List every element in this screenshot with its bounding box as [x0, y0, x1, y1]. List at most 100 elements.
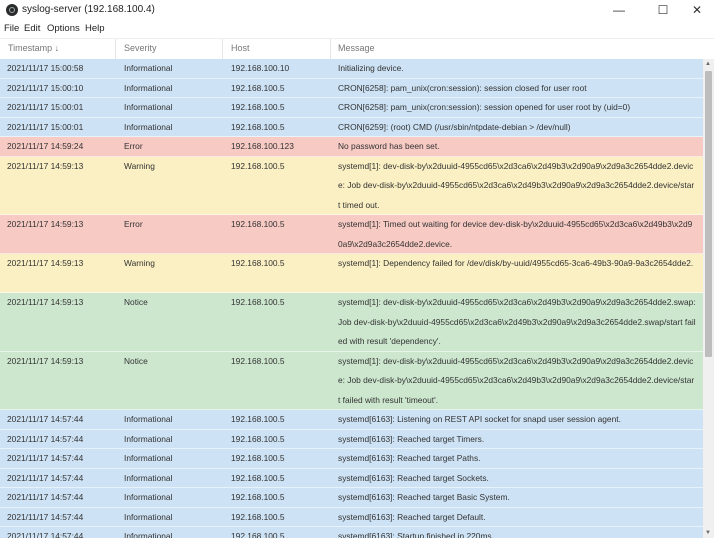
close-button[interactable]: ✕ — [680, 0, 714, 20]
cell-severity: Informational — [124, 492, 173, 502]
scroll-thumb[interactable] — [705, 71, 712, 357]
log-table: 2021/11/17 15:00:58 Informational 192.168.… — [0, 59, 703, 538]
table-row[interactable]: 2021/11/17 14:57:44 Informational 192.168.… — [0, 488, 703, 508]
column-divider[interactable] — [222, 39, 223, 59]
menu-file[interactable]: File — [4, 23, 19, 34]
cell-severity: Error — [124, 219, 143, 229]
cell-severity: Informational — [124, 63, 173, 73]
column-header-row: Timestamp ↓ Severity Host Message — [0, 38, 714, 60]
cell-severity: Informational — [124, 453, 173, 463]
cell-message: systemd[6163]: Startup finished in 220ms… — [338, 531, 494, 538]
column-header-message[interactable]: Message — [338, 43, 375, 53]
menu-bar: File Edit Options Help — [0, 22, 714, 37]
cell-message: systemd[6163]: Reached target Paths. — [338, 453, 481, 463]
cell-host: 192.168.100.5 — [231, 414, 285, 424]
cell-timestamp: 2021/11/17 15:00:10 — [7, 82, 84, 93]
cell-message: systemd[6163]: Reached target Sockets. — [338, 472, 489, 483]
table-row[interactable]: 2021/11/17 14:59:13 Warning 192.168.100.5 s… — [0, 156, 703, 215]
table-row[interactable]: 2021/11/17 14:57:44 Informational 192.168.… — [0, 449, 703, 469]
cell-host: 192.168.100.5 — [231, 160, 285, 171]
cell-severity: Notice — [124, 297, 148, 307]
scroll-up-arrow-icon[interactable]: ▲ — [705, 61, 711, 67]
table-row[interactable]: 2021/11/17 15:00:58 Informational 192.168.… — [0, 59, 703, 79]
cell-severity: Informational — [124, 414, 173, 424]
cell-timestamp: 2021/11/17 14:59:13 — [7, 355, 84, 366]
table-row[interactable]: 2021/11/17 14:57:44 Informational 192.168.… — [0, 410, 703, 430]
cell-timestamp: 2021/11/17 14:57:44 — [7, 433, 84, 444]
cell-timestamp: 2021/11/17 14:59:13 — [7, 160, 84, 171]
window-title: syslog-server (192.168.100.4) — [22, 4, 155, 15]
cell-host: 192.168.100.5 — [231, 219, 285, 229]
cell-host: 192.168.100.5 — [231, 472, 285, 483]
table-row[interactable]: 2021/11/17 15:00:01 Informational 192.168.… — [0, 98, 703, 118]
cell-message: systemd[1]: dev-disk-by\x2duuid-4955cd65… — [338, 297, 696, 346]
cell-host: 192.168.100.5 — [231, 433, 285, 444]
cell-timestamp: 2021/11/17 15:00:58 — [7, 63, 84, 73]
menu-edit[interactable]: Edit — [24, 23, 40, 34]
table-row[interactable]: 2021/11/17 14:57:44 Informational 192.168.… — [0, 527, 703, 538]
cell-message: CRON[6258]: pam_unix(cron:session): sess… — [338, 102, 631, 112]
cell-severity: Informational — [124, 102, 173, 112]
table-row[interactable]: 2021/11/17 14:59:24 Error 192.168.100.123 N… — [0, 137, 703, 157]
cell-severity: Error — [124, 141, 143, 151]
cell-severity: Informational — [124, 433, 173, 444]
cell-severity: Informational — [124, 82, 173, 93]
column-header-timestamp[interactable]: Timestamp ↓ — [8, 43, 59, 53]
cell-message: systemd[6163]: Reached target Default. — [338, 511, 486, 522]
table-row[interactable]: 2021/11/17 14:57:44 Informational 192.168.… — [0, 429, 703, 449]
cell-timestamp: 2021/11/17 14:59:13 — [7, 297, 84, 307]
cell-message: systemd[6163]: Listening on REST API soc… — [338, 414, 621, 424]
cell-severity: Informational — [124, 511, 173, 522]
cell-message: systemd[1]: dev-disk-by\x2duuid-4955cd65… — [338, 355, 695, 405]
cell-message: systemd[1]: Timed out waiting for device… — [338, 219, 693, 249]
vertical-scrollbar[interactable]: ▲ ▼ — [703, 59, 714, 538]
cell-timestamp: 2021/11/17 14:59:24 — [7, 141, 84, 151]
minimize-button[interactable]: — — [602, 0, 636, 20]
cell-host: 192.168.100.5 — [231, 531, 285, 538]
cell-timestamp: 2021/11/17 14:59:13 — [7, 219, 84, 229]
cell-host: 192.168.100.123 — [231, 141, 294, 151]
table-row[interactable]: 2021/11/17 15:00:01 Informational 192.168.… — [0, 117, 703, 137]
cell-timestamp: 2021/11/17 14:59:13 — [7, 258, 84, 268]
table-row[interactable]: 2021/11/17 15:00:10 Informational 192.168.… — [0, 78, 703, 98]
cell-timestamp: 2021/11/17 15:00:01 — [7, 121, 84, 132]
menu-help[interactable]: Help — [85, 23, 105, 34]
cell-timestamp: 2021/11/17 14:57:44 — [7, 453, 84, 463]
cell-host: 192.168.100.5 — [231, 258, 285, 268]
column-divider[interactable] — [330, 39, 331, 59]
cell-host: 192.168.100.5 — [231, 297, 285, 307]
cell-severity: Warning — [124, 160, 155, 171]
scroll-down-arrow-icon[interactable]: ▼ — [705, 530, 711, 536]
cell-message: Initializing device. — [338, 63, 404, 73]
table-row[interactable]: 2021/11/17 14:57:44 Informational 192.168.… — [0, 507, 703, 527]
cell-timestamp: 2021/11/17 14:57:44 — [7, 531, 84, 538]
table-row[interactable]: 2021/11/17 14:59:13 Notice 192.168.100.5 sy… — [0, 293, 703, 352]
table-row[interactable]: 2021/11/17 14:59:13 Notice 192.168.100.5 sy… — [0, 351, 703, 410]
cell-message: systemd[1]: Dependency failed for /dev/d… — [338, 258, 694, 268]
cell-message: systemd[6163]: Reached target Timers. — [338, 433, 485, 444]
cell-host: 192.168.100.5 — [231, 82, 285, 93]
table-row[interactable]: 2021/11/17 14:59:13 Error 192.168.100.5 sys… — [0, 215, 703, 254]
table-row[interactable]: 2021/11/17 14:59:13 Warning 192.168.100.5 s… — [0, 254, 703, 293]
cell-message: systemd[1]: dev-disk-by\x2duuid-4955cd65… — [338, 160, 695, 210]
maximize-button[interactable]: ☐ — [646, 0, 680, 20]
cell-message: CRON[6258]: pam_unix(cron:session): sess… — [338, 82, 587, 93]
cell-host: 192.168.100.5 — [231, 102, 285, 112]
menu-options[interactable]: Options — [47, 23, 80, 34]
app-icon — [6, 4, 18, 16]
cell-message: CRON[6259]: (root) CMD (/usr/sbin/ntpdat… — [338, 121, 571, 132]
cell-timestamp: 2021/11/17 14:57:44 — [7, 511, 84, 522]
cell-severity: Informational — [124, 472, 173, 483]
cell-host: 192.168.100.5 — [231, 492, 285, 502]
cell-host: 192.168.100.10 — [231, 63, 290, 73]
column-header-host[interactable]: Host — [231, 43, 250, 53]
column-header-severity[interactable]: Severity — [124, 43, 157, 53]
cell-host: 192.168.100.5 — [231, 511, 285, 522]
title-bar: syslog-server (192.168.100.4) — ☐ ✕ — [0, 0, 714, 22]
cell-host: 192.168.100.5 — [231, 355, 285, 366]
cell-message: No password has been set. — [338, 141, 440, 151]
table-row[interactable]: 2021/11/17 14:57:44 Informational 192.168.… — [0, 468, 703, 488]
column-divider[interactable] — [115, 39, 116, 59]
cell-host: 192.168.100.5 — [231, 453, 285, 463]
cell-timestamp: 2021/11/17 14:57:44 — [7, 492, 84, 502]
